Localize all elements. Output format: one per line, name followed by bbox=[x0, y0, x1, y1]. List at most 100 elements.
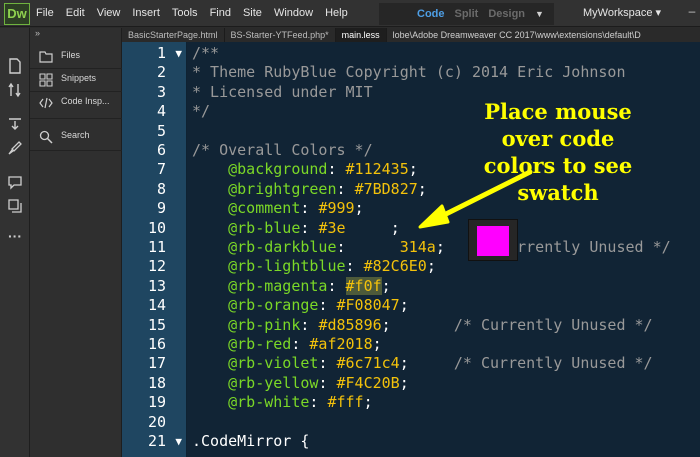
color-value: #3e bbox=[318, 218, 346, 237]
line-number: 19 bbox=[122, 393, 186, 412]
code-comment: /* Currently Unused */ bbox=[453, 354, 653, 373]
line-number: 20 bbox=[122, 413, 186, 432]
menu-insert[interactable]: Insert bbox=[126, 0, 166, 27]
panel-item-search[interactable]: Search bbox=[30, 128, 121, 146]
expand-icon[interactable] bbox=[7, 116, 23, 132]
file-path: lobe\Adobe Dreamweaver CC 2017\www\exten… bbox=[392, 30, 641, 40]
color-value: #f0f bbox=[345, 276, 382, 295]
snippets-icon bbox=[39, 73, 53, 87]
menu-view[interactable]: View bbox=[91, 0, 127, 27]
code-text: : bbox=[291, 335, 310, 353]
code-line[interactable]: * Theme RubyBlue Copyright (c) 2014 Eric… bbox=[187, 63, 700, 82]
line-number-text: 15 bbox=[147, 315, 166, 334]
menu-window[interactable]: Window bbox=[268, 0, 319, 27]
code-line[interactable]: @rb-lightblue: #82C6E0; bbox=[187, 257, 700, 276]
line-number-gutter: 1 ▼ 2 3 4 5 6 7 8 9 10 11 12 13 14 15 16 17 18 19 20 21 ▼ bbox=[122, 42, 187, 457]
panel-item-code-inspector[interactable]: Code Insp... bbox=[30, 94, 121, 112]
less-variable: @rb-orange bbox=[192, 296, 319, 315]
more-options-icon[interactable]: ··· bbox=[7, 228, 23, 244]
tab-basic-starter-page[interactable]: BasicStarterPage.html bbox=[122, 28, 225, 42]
code-line[interactable]: @rb-white: #fff; bbox=[187, 393, 700, 412]
tab-bs-starter-ytfeed[interactable]: BS-Starter-YTFeed.php* bbox=[225, 28, 336, 42]
divider bbox=[30, 91, 122, 92]
line-number: 15 bbox=[122, 316, 186, 335]
menu-help[interactable]: Help bbox=[319, 0, 354, 27]
code-line-text: @rb-yellow: #F4C20B; bbox=[192, 374, 409, 393]
code-line-text: .CodeMirror { bbox=[192, 432, 309, 451]
line-number: 6 bbox=[122, 141, 186, 160]
code-line[interactable]: .CodeMirror { bbox=[187, 432, 700, 451]
less-variable: @rb-pink bbox=[192, 315, 301, 334]
code-line-text: @comment: #999; bbox=[192, 199, 363, 218]
menu-edit[interactable]: Edit bbox=[60, 0, 91, 27]
line-number: 7 bbox=[122, 160, 186, 179]
collapse-panel-icon[interactable]: » bbox=[35, 28, 40, 38]
line-number-text: 6 bbox=[156, 141, 166, 159]
less-variable: @rb-yellow bbox=[192, 373, 319, 392]
code-line[interactable]: /** bbox=[187, 44, 700, 63]
divider bbox=[30, 150, 122, 151]
code-line[interactable]: @rb-orange: #F08047; bbox=[187, 296, 700, 315]
code-text: : bbox=[327, 276, 346, 295]
panel-item-files[interactable]: Files bbox=[30, 48, 121, 66]
design-view-button[interactable]: Design bbox=[483, 8, 530, 20]
workspace-switcher[interactable]: MyWorkspace ▾ bbox=[583, 0, 661, 27]
line-number: 2 bbox=[122, 63, 186, 82]
code-text: ; bbox=[399, 296, 409, 315]
menu-file[interactable]: File bbox=[30, 0, 60, 27]
format-source-icon[interactable] bbox=[7, 198, 23, 214]
code-line[interactable]: @rb-violet: #6c71c4; /* Currently Unused… bbox=[187, 354, 700, 373]
code-text: : bbox=[336, 238, 346, 256]
view-dropdown-icon[interactable]: ▼ bbox=[530, 9, 549, 19]
divider bbox=[30, 68, 122, 69]
line-number: 13 bbox=[122, 277, 186, 296]
line-number: 11 bbox=[122, 238, 186, 257]
line-number: 3 bbox=[122, 83, 186, 102]
split-view-button[interactable]: Split bbox=[450, 8, 484, 20]
line-number-text: 2 bbox=[156, 63, 166, 82]
comment-icon[interactable] bbox=[7, 174, 23, 190]
color-value: #af2018 bbox=[309, 335, 373, 353]
fold-arrow-icon[interactable]: ▼ bbox=[175, 432, 182, 451]
less-variable: @rb-lightblue bbox=[192, 257, 346, 276]
line-number-text: 9 bbox=[156, 199, 166, 218]
code-line[interactable]: @rb-magenta: #f0f; bbox=[187, 276, 700, 296]
line-number-text: 1 bbox=[156, 44, 166, 62]
minimize-button[interactable]: – bbox=[684, 4, 700, 22]
fold-arrow-icon[interactable]: ▼ bbox=[175, 44, 182, 63]
color-value: #6c71c4 bbox=[336, 354, 400, 373]
code-line-text: @rb-red: #af2018; bbox=[192, 335, 382, 354]
line-number-text: 4 bbox=[156, 102, 166, 121]
menu-site[interactable]: Site bbox=[237, 0, 268, 27]
code-line[interactable]: @rb-yellow: #F4C20B; bbox=[187, 374, 700, 393]
code-line[interactable]: @rb-pink: #d85896; /* Currently Unused *… bbox=[187, 316, 700, 335]
code-line-text: @rb-white: #fff; bbox=[192, 393, 373, 412]
line-number: 10 bbox=[122, 219, 186, 238]
tab-main-less[interactable]: main.less bbox=[335, 28, 387, 42]
menu-find[interactable]: Find bbox=[204, 0, 237, 27]
file-management-icon[interactable] bbox=[7, 58, 23, 74]
line-number: 5 bbox=[122, 122, 186, 141]
code-comment: * Licensed under MIT bbox=[192, 82, 373, 101]
code-text: ; bbox=[399, 373, 409, 392]
less-variable: @brightgreen bbox=[192, 179, 337, 198]
code-view-button[interactable]: Code bbox=[412, 8, 450, 20]
line-number: 16 bbox=[122, 335, 186, 354]
panel-item-snippets[interactable]: Snippets bbox=[30, 71, 121, 89]
code-line[interactable]: @rb-darkblue: 314a; /* Currently Unused … bbox=[187, 238, 700, 257]
code-line-text: @rb-magenta: #f0f; bbox=[192, 276, 391, 296]
panel-item-label: Search bbox=[61, 130, 90, 140]
brush-icon[interactable] bbox=[7, 140, 23, 156]
code-line-text: @rb-lightblue: #82C6E0; bbox=[192, 257, 436, 276]
sort-icon[interactable] bbox=[7, 82, 23, 98]
code-line[interactable] bbox=[187, 413, 700, 432]
menu-bar: Dw File Edit View Insert Tools Find Site… bbox=[0, 0, 700, 27]
code-text: ; bbox=[372, 335, 382, 353]
color-value: #d85896 bbox=[318, 315, 382, 334]
code-line[interactable]: @rb-red: #af2018; bbox=[187, 335, 700, 354]
code-line-text: @brightgreen: #7BD827; bbox=[192, 180, 427, 199]
line-number-text: 21 bbox=[147, 432, 166, 450]
menu-tools[interactable]: Tools bbox=[166, 0, 204, 27]
color-value: 314a bbox=[345, 238, 436, 256]
